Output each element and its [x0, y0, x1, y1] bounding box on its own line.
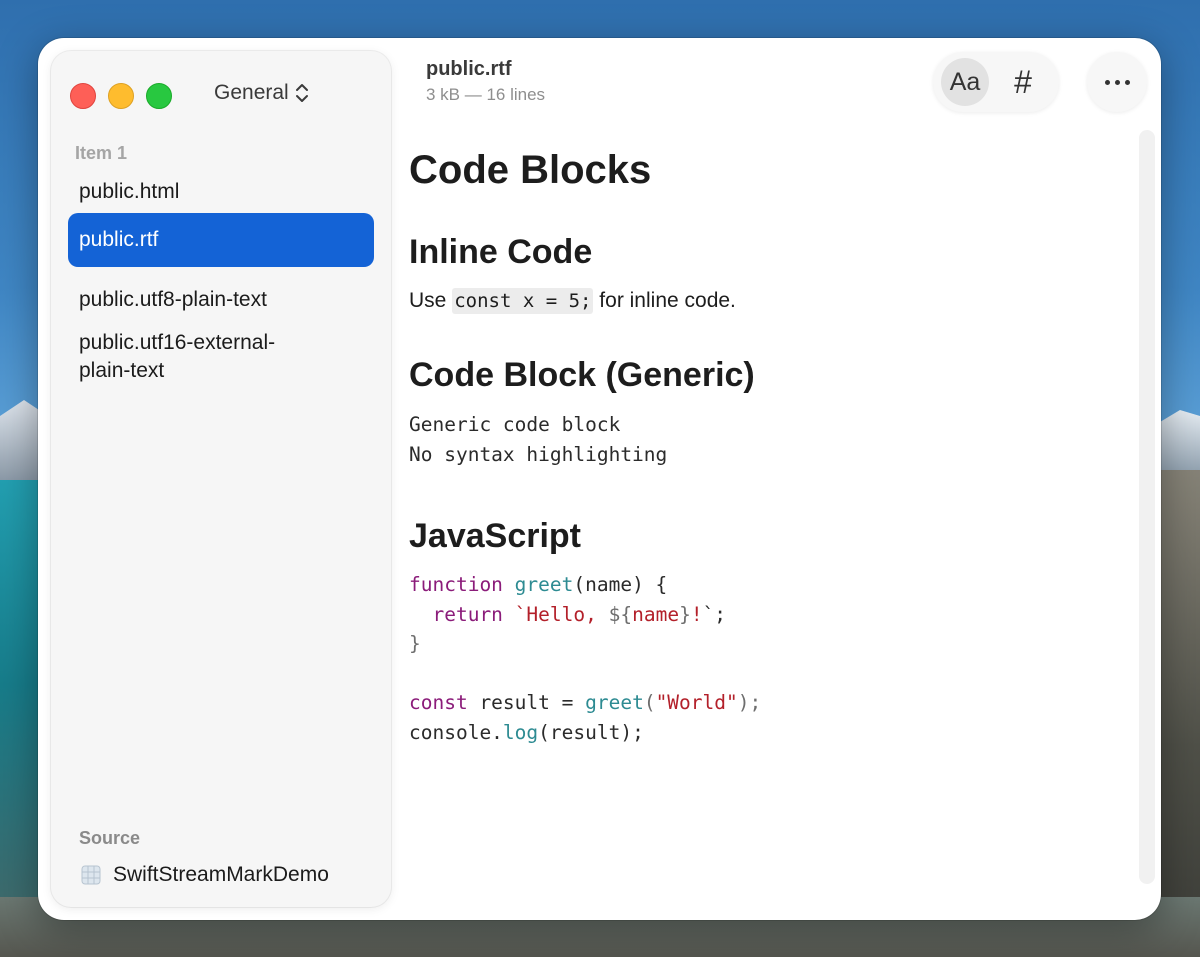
ellipsis-icon: [1114, 79, 1120, 85]
source-item[interactable]: SwiftStreamMarkDemo: [81, 863, 329, 887]
sidebar-item-public-utf16-external-plain-text[interactable]: public.utf16-external- plain-text: [68, 329, 374, 389]
more-options-button[interactable]: [1087, 52, 1147, 112]
ellipsis-icon: [1124, 79, 1130, 85]
code-line: function greet(name) {: [409, 573, 668, 596]
heading-code-block-generic: Code Block (Generic): [409, 356, 755, 394]
sidebar-item-public-html[interactable]: public.html: [68, 171, 374, 213]
minimize-window-button[interactable]: [108, 83, 134, 109]
source-item-label: SwiftStreamMarkDemo: [113, 863, 329, 886]
source-view-button[interactable]: #: [999, 58, 1047, 106]
code-line: return `Hello, ${name}!`;: [432, 602, 727, 626]
heading-javascript: JavaScript: [409, 517, 581, 555]
vertical-scrollbar[interactable]: [1139, 130, 1155, 884]
hash-icon: #: [1014, 63, 1032, 100]
inline-code-span: const x = 5;: [452, 288, 594, 314]
view-selector[interactable]: General: [214, 81, 309, 105]
source-section-label: Source: [79, 828, 141, 848]
code-line: No syntax highlighting: [409, 442, 668, 466]
javascript-code-block: function greet(name) { return `Hello, ${…: [409, 570, 761, 747]
paragraph-text: Use: [409, 289, 453, 312]
zoom-window-button[interactable]: [146, 83, 172, 109]
text-format-button[interactable]: Aa: [941, 58, 989, 106]
format-toolbar: Aa #: [933, 52, 1059, 112]
app-window: General Item 1 public.html public.rtf pu…: [38, 38, 1161, 920]
section-label: Item 1: [75, 143, 128, 163]
heading-code-blocks: Code Blocks: [409, 148, 652, 192]
sidebar: General Item 1 public.html public.rtf pu…: [51, 51, 391, 907]
sidebar-item-label-continued: plain-text: [79, 359, 165, 382]
code-line: console.log(result);: [409, 720, 644, 744]
sidebar-item-public-rtf[interactable]: public.rtf: [68, 213, 374, 267]
close-window-button[interactable]: [70, 83, 96, 109]
grid-icon: [81, 865, 101, 885]
heading-inline-code: Inline Code: [409, 233, 593, 271]
code-line: const result = greet("World");: [409, 691, 762, 714]
sidebar-item-label: public.utf8-plain-text: [79, 288, 267, 311]
view-selector-label: General: [214, 81, 289, 104]
sidebar-item-public-utf8-plain-text[interactable]: public.utf8-plain-text: [68, 279, 374, 321]
document-meta: 3 kB — 16 lines: [426, 85, 546, 104]
code-line: Generic code block: [409, 413, 621, 436]
ellipsis-icon: [1104, 79, 1110, 85]
document-title: public.rtf: [426, 58, 512, 80]
paragraph-text: for inline code.: [593, 289, 736, 312]
code-line: }: [409, 632, 421, 655]
sidebar-item-label: public.rtf: [79, 228, 159, 251]
sidebar-item-label: public.utf16-external-: [79, 331, 276, 354]
text-format-icon: Aa: [949, 67, 981, 96]
inline-code-paragraph: Use const x = 5; for inline code.: [409, 288, 736, 314]
chevron-up-down-icon: [295, 84, 308, 102]
sidebar-item-label: public.html: [79, 180, 180, 203]
generic-code-block: Generic code block No syntax highlighting: [409, 410, 667, 469]
